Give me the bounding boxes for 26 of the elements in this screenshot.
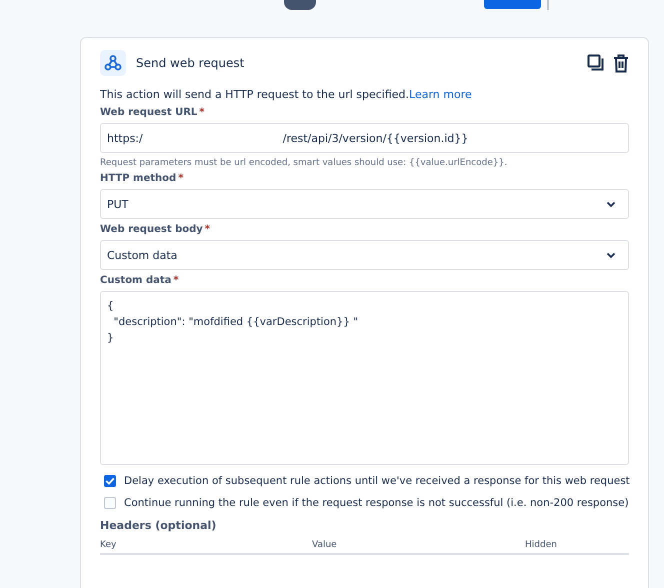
copy-icon[interactable] [587,54,605,72]
url-input-field[interactable]: https:/ /rest/api/3/version/{{version.id}} [100,123,629,153]
field-label: HTTP method * [100,173,184,184]
chevron-down-icon [606,252,616,258]
column-header: Hidden [525,540,557,550]
column-header: Value [312,540,338,550]
description-text: This action will send a HTTP request to the url specified. [100,88,410,101]
checkbox-label: Delay execution of subsequent rule actions until we've received a response for this web request [124,475,630,487]
field-label: Custom data * [100,275,180,286]
toggle-switch[interactable] [284,0,316,10]
card-title: Send web request [136,56,244,70]
chevron-down-icon [606,200,616,208]
field-hint: Request parameters must be url encoded, smart values should use: {{value.urlEncode}}. [100,158,508,168]
method-select[interactable]: PUT [100,189,629,219]
checkbox[interactable] [104,475,116,487]
checkbox[interactable] [104,497,116,509]
column-header: Key [100,540,118,550]
body-select[interactable]: Custom data [100,240,629,270]
section-heading: Headers (optional) [100,519,218,532]
delete-icon[interactable] [613,54,629,72]
checkbox-label: Continue running the rule even if the request response is not successful (i.e. non-200 response) [124,497,629,509]
webhook-icon [100,50,126,76]
field-label: Web request body * [100,224,212,235]
custom-data-textarea[interactable]: { "description": "mofdified {{varDescription}} " } [100,291,629,465]
field-label: Web request URL * [100,107,206,118]
learn-more-link[interactable]: Learn more [409,88,472,101]
